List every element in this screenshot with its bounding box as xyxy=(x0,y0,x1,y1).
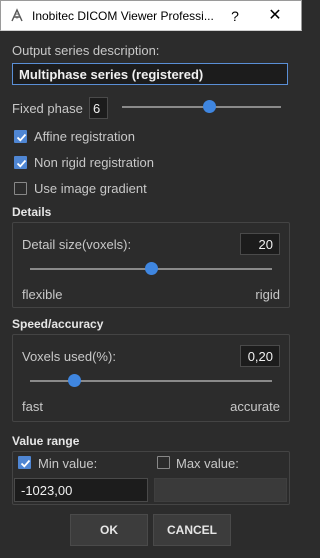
voxels-used-slider[interactable] xyxy=(30,373,272,389)
use-image-gradient-checkbox[interactable] xyxy=(14,182,27,195)
help-button[interactable]: ? xyxy=(223,5,247,27)
affine-registration-label: Affine registration xyxy=(34,129,135,144)
detail-size-slider[interactable] xyxy=(30,261,272,277)
min-value-label: Min value: xyxy=(38,456,98,471)
min-value-checkbox[interactable] xyxy=(18,456,31,469)
min-value-input[interactable] xyxy=(14,478,148,502)
detail-size-input[interactable] xyxy=(240,233,280,255)
details-section-title: Details xyxy=(12,205,52,219)
voxels-used-label: Voxels used(%): xyxy=(22,349,116,364)
cancel-button[interactable]: CANCEL xyxy=(153,514,231,546)
output-description-input[interactable] xyxy=(12,63,288,85)
checkmark-icon xyxy=(16,159,27,168)
non-rigid-registration-label: Non rigid registration xyxy=(34,155,154,170)
app-logo-icon xyxy=(9,8,25,24)
checkmark-icon xyxy=(16,133,27,142)
affine-registration-checkbox[interactable] xyxy=(14,130,27,143)
checkmark-icon xyxy=(20,459,31,468)
speed-accuracy-section-title: Speed/accuracy xyxy=(12,317,104,331)
value-range-section-title: Value range xyxy=(12,434,80,448)
fixed-phase-slider-handle[interactable] xyxy=(203,100,217,113)
detail-size-max-label: rigid xyxy=(255,287,280,302)
voxels-used-slider-track xyxy=(30,380,272,382)
fixed-phase-slider-track xyxy=(122,106,281,108)
non-rigid-registration-checkbox[interactable] xyxy=(14,156,27,169)
detail-size-label: Detail size(voxels): xyxy=(22,237,132,252)
speed-max-label: accurate xyxy=(230,399,280,414)
max-value-checkbox[interactable] xyxy=(157,456,170,469)
title-bar: Inobitec DICOM Viewer Professi... ? ✕ xyxy=(0,0,302,31)
voxels-used-input[interactable] xyxy=(240,345,280,367)
window-title: Inobitec DICOM Viewer Professi... xyxy=(32,9,214,23)
use-image-gradient-label: Use image gradient xyxy=(34,181,147,196)
fixed-phase-input[interactable] xyxy=(89,97,108,119)
voxels-used-slider-handle[interactable] xyxy=(67,374,81,387)
fixed-phase-slider[interactable] xyxy=(122,99,281,115)
detail-size-min-label: flexible xyxy=(22,287,63,302)
close-button[interactable]: ✕ xyxy=(263,5,287,27)
detail-size-slider-handle[interactable] xyxy=(145,262,158,275)
output-description-label: Output series description: xyxy=(12,43,160,58)
speed-min-label: fast xyxy=(22,399,43,414)
ok-button[interactable]: OK xyxy=(70,514,148,546)
fixed-phase-label: Fixed phase xyxy=(12,101,83,116)
max-value-label: Max value: xyxy=(176,456,239,471)
max-value-input[interactable] xyxy=(154,478,287,502)
